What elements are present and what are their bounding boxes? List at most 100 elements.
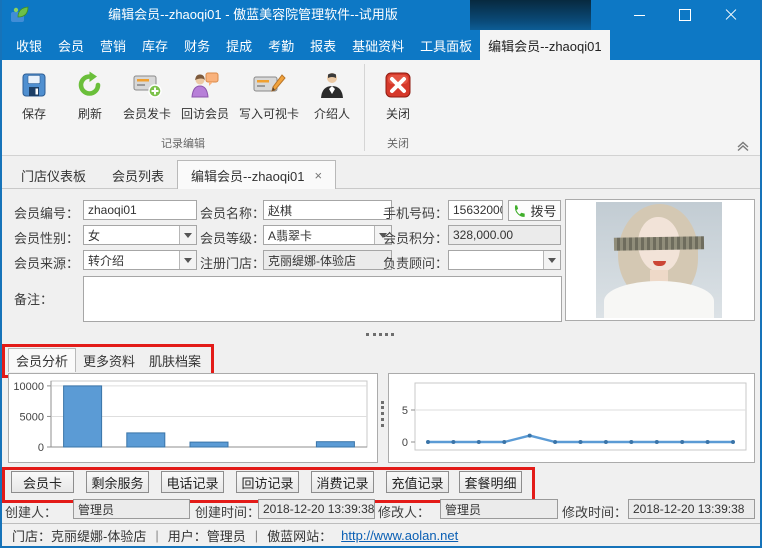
svg-text:0: 0 xyxy=(38,442,44,454)
refresh-label: 刷新 xyxy=(78,105,102,122)
doc-tab-dashboard[interactable]: 门店仪表板 xyxy=(8,162,99,188)
window-title: 编辑会员--zhaoqi01 - 傲蓝美容院管理软件--试用版 xyxy=(38,0,468,30)
svg-text:10000: 10000 xyxy=(13,381,44,393)
dropdown-arrow-icon[interactable] xyxy=(543,251,560,269)
app-window: 编辑会员--zhaoqi01 - 傲蓝美容院管理软件--试用版 收银 会员 营销… xyxy=(0,0,762,548)
modify-time-label: 修改时间： xyxy=(562,502,627,521)
ribbon-tab-finance[interactable]: 财务 xyxy=(176,30,218,60)
store-label: 注册门店： xyxy=(200,253,265,272)
tab-skin-record[interactable]: 肌肤档案 xyxy=(142,348,208,372)
refresh-icon xyxy=(73,68,107,102)
refresh-button[interactable]: 刷新 xyxy=(63,67,117,123)
ribbon-tab-reports[interactable]: 报表 xyxy=(302,30,344,60)
close-tab-icon[interactable]: × xyxy=(314,169,322,182)
member-name-label: 会员名称： xyxy=(200,203,265,222)
status-user: 用户：管理员 xyxy=(168,526,246,545)
tab-member-analysis[interactable]: 会员分析 xyxy=(8,348,76,372)
collapse-ribbon-icon[interactable] xyxy=(735,139,751,152)
phone-label: 手机号码： xyxy=(383,203,448,222)
source-dropdown[interactable]: 转介绍 xyxy=(83,250,197,270)
issue-card-label: 会员发卡 xyxy=(123,105,171,122)
referrer-person-icon xyxy=(315,68,349,102)
close-window-button[interactable] xyxy=(708,0,754,30)
remark-textarea[interactable] xyxy=(83,276,562,322)
button-remaining-services[interactable]: 剩余服务 xyxy=(86,471,149,493)
title-bar: 编辑会员--zhaoqi01 - 傲蓝美容院管理软件--试用版 xyxy=(2,0,760,30)
ribbon-tab-bar: 收银 会员 营销 库存 财务 提成 考勤 报表 基础资料 工具面板 编辑会员--… xyxy=(2,30,760,60)
issue-card-button[interactable]: 会员发卡 xyxy=(119,67,175,123)
button-visit-records[interactable]: 回访记录 xyxy=(236,471,299,493)
ribbon-tab-cashier[interactable]: 收银 xyxy=(8,30,50,60)
member-name-input[interactable]: 赵棋 xyxy=(263,200,392,220)
leaf-app-icon xyxy=(9,4,31,26)
svg-text:0: 0 xyxy=(402,437,408,449)
advisor-label: 负责顾问： xyxy=(383,253,448,272)
phone-input[interactable]: 15632000 xyxy=(448,200,503,220)
photo-shoulders xyxy=(604,281,714,318)
member-id-value: zhaoqi01 xyxy=(88,203,137,217)
points-field: 328,000.00 xyxy=(448,225,561,245)
svg-text:5000: 5000 xyxy=(20,411,44,423)
toolbar-group-close: 关闭 关闭 xyxy=(370,60,426,155)
horizontal-splitter-grip[interactable] xyxy=(366,333,394,336)
save-button[interactable]: 保存 xyxy=(7,67,61,123)
maximize-button[interactable] xyxy=(662,0,708,30)
ribbon-tab-member[interactable]: 会员 xyxy=(50,30,92,60)
group-caption-record-edit: 记录编辑 xyxy=(6,135,360,155)
doc-tab-edit-member[interactable]: 编辑会员--zhaoqi01 × xyxy=(177,160,336,189)
button-member-card[interactable]: 会员卡 xyxy=(11,471,74,493)
ribbon-tab-commission[interactable]: 提成 xyxy=(218,30,260,60)
phone-value: 15632000 xyxy=(453,203,503,217)
grade-dropdown[interactable]: A翡翠卡 xyxy=(263,225,392,245)
ribbon-tab-basic-data[interactable]: 基础资料 xyxy=(344,30,412,60)
gender-dropdown[interactable]: 女 xyxy=(83,225,197,245)
source-value: 转介绍 xyxy=(88,252,124,269)
tab-more-info[interactable]: 更多资料 xyxy=(76,348,142,372)
member-bar-chart: 0 5000 10000 xyxy=(8,373,378,463)
gender-value: 女 xyxy=(88,227,100,244)
member-photo-frame[interactable] xyxy=(565,199,755,321)
member-name-value: 赵棋 xyxy=(268,202,292,219)
visit-member-button[interactable]: 回访会员 xyxy=(177,67,233,123)
modify-time-field: 2018-12-20 13:39:38 xyxy=(628,499,755,519)
dial-button[interactable]: 拨号 xyxy=(508,200,561,221)
button-recharge-records[interactable]: 充值记录 xyxy=(386,471,449,493)
button-package-details[interactable]: 套餐明细 xyxy=(459,471,522,493)
button-consume-records[interactable]: 消费记录 xyxy=(311,471,374,493)
advisor-dropdown[interactable] xyxy=(448,250,561,270)
ribbon-tab-edit-member[interactable]: 编辑会员--zhaoqi01 xyxy=(480,30,609,60)
write-card-label: 写入可视卡 xyxy=(239,105,299,122)
write-card-button[interactable]: 写入可视卡 xyxy=(235,67,303,123)
doc-tab-member-list[interactable]: 会员列表 xyxy=(99,162,177,188)
close-record-button[interactable]: 关闭 xyxy=(371,67,425,123)
active-tab-highlight xyxy=(470,0,591,30)
button-call-records[interactable]: 电话记录 xyxy=(161,471,224,493)
dial-label: 拨号 xyxy=(530,201,556,220)
vertical-splitter-grip[interactable] xyxy=(381,401,384,427)
points-value: 328,000.00 xyxy=(453,228,513,242)
status-site-label: 傲蓝网站： xyxy=(267,526,332,545)
ribbon-tab-tools[interactable]: 工具面板 xyxy=(412,30,480,60)
referrer-button[interactable]: 介绍人 xyxy=(305,67,359,123)
minimize-button[interactable] xyxy=(616,0,662,30)
grade-label: 会员等级： xyxy=(200,228,265,247)
ribbon-tab-marketing[interactable]: 营销 xyxy=(92,30,134,60)
status-separator: | xyxy=(255,528,258,543)
ribbon-tab-attendance[interactable]: 考勤 xyxy=(260,30,302,60)
maximize-icon xyxy=(679,9,691,21)
photo-eye-censor-bar xyxy=(614,236,704,251)
modifier-value: 管理员 xyxy=(445,501,481,518)
website-link[interactable]: http://www.aolan.net xyxy=(341,528,458,543)
dropdown-arrow-icon[interactable] xyxy=(179,251,196,269)
member-photo xyxy=(596,202,722,318)
dropdown-arrow-icon[interactable] xyxy=(179,226,196,244)
creator-label: 创建人： xyxy=(5,502,57,521)
member-edit-form: 会员编号： zhaoqi01 会员名称： 赵棋 手机号码： 15632000 拨… xyxy=(2,189,760,523)
analysis-tab-bar: 会员分析 更多资料 肌肤档案 xyxy=(8,348,208,372)
points-label: 会员积分： xyxy=(383,228,448,247)
member-id-input[interactable]: zhaoqi01 xyxy=(83,200,197,220)
grade-value: A翡翠卡 xyxy=(268,227,312,244)
ribbon-tab-inventory[interactable]: 库存 xyxy=(134,30,176,60)
store-value: 克丽缇娜-体验店 xyxy=(268,252,356,269)
store-field: 克丽缇娜-体验店 xyxy=(263,250,392,270)
